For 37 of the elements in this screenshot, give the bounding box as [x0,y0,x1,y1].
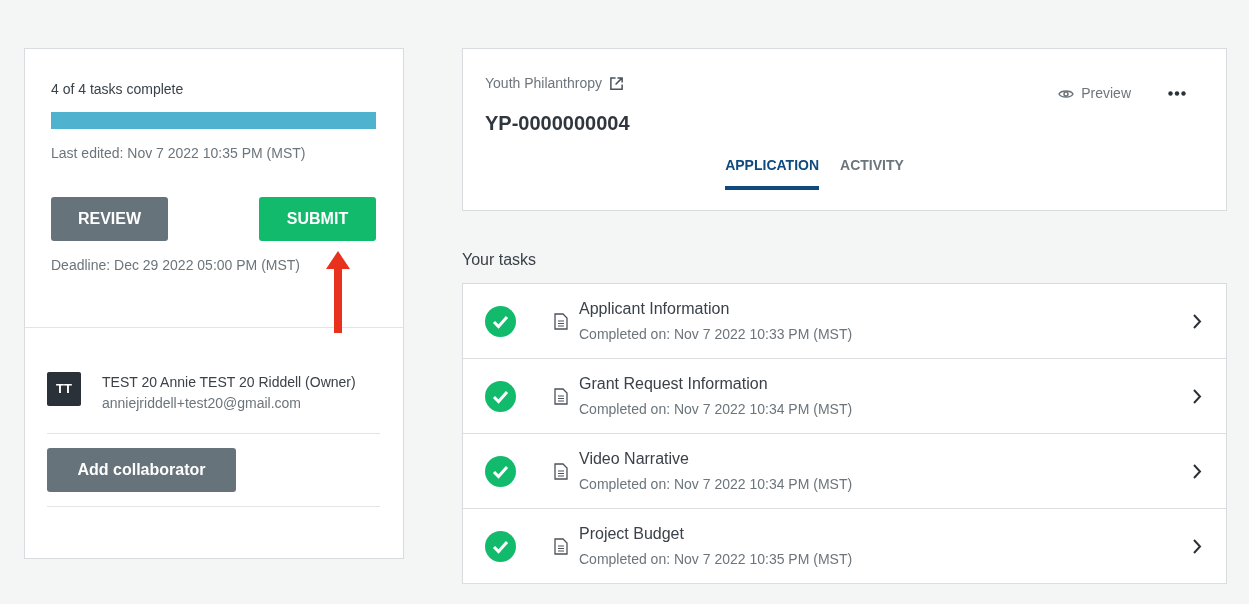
task-title: Grant Request Information [579,373,769,394]
task-completed-date: Completed on: Nov 7 2022 10:34 PM (MST) [579,475,854,495]
task-row[interactable]: Grant Request Information Completed on: Nov 7 2022 10:34 PM (MST) [463,359,1226,434]
review-button[interactable]: REVIEW [51,197,168,241]
document-icon [554,537,568,555]
task-title: Applicant Information [579,298,731,319]
progress-label: 4 of 4 tasks complete [51,80,185,99]
task-row[interactable]: Video Narrative Completed on: Nov 7 2022 10:34 PM (MST) [463,434,1226,509]
application-id: YP-0000000004 [485,111,631,136]
task-completed-date: Completed on: Nov 7 2022 10:35 PM (MST) [579,550,854,570]
more-icon[interactable] [1168,91,1186,96]
program-name: Youth Philanthropy [485,74,603,93]
task-row[interactable]: Project Budget Completed on: Nov 7 2022 10:35 PM (MST) [463,509,1226,584]
avatar: TT [47,372,81,406]
document-icon [554,462,568,480]
last-edited-text: Last edited: Nov 7 2022 10:35 PM (MST) [51,144,307,163]
external-link-icon[interactable] [609,76,625,91]
preview-link[interactable]: Preview [1081,83,1131,104]
task-title: Project Budget [579,523,685,544]
chevron-right-icon [1192,537,1202,555]
collaborator-name: TEST 20 Annie TEST 20 Riddell (Owner) [102,373,356,392]
task-row[interactable]: Applicant Information Completed on: Nov 7 2022 10:33 PM (MST) [463,284,1226,359]
chevron-right-icon [1192,312,1202,330]
section-title: Your tasks [462,250,538,270]
task-completed-date: Completed on: Nov 7 2022 10:34 PM (MST) [579,400,854,420]
deadline-text: Deadline: Dec 29 2022 05:00 PM (MST) [51,256,301,275]
tab[interactable]: ACTIVITY [840,155,904,190]
eye-icon [1058,87,1075,100]
document-icon [554,312,568,330]
document-icon [554,387,568,405]
collaborator-email: anniejriddell+test20@gmail.com [102,394,303,413]
chevron-right-icon [1192,462,1202,480]
tab[interactable]: APPLICATION [725,155,820,190]
chevron-right-icon [1192,387,1202,405]
task-completed-date: Completed on: Nov 7 2022 10:33 PM (MST) [579,325,854,345]
task-title: Video Narrative [579,448,690,469]
add-collaborator-button[interactable]: Add collaborator [47,448,236,492]
